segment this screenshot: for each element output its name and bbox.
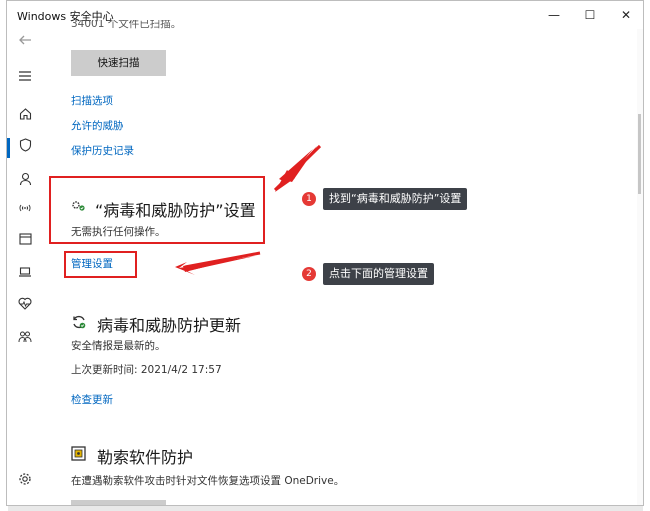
partial-scan-status: 34001 个文件已扫描。: [71, 20, 182, 30]
step-1-badge: 1: [302, 192, 316, 206]
device-security-icon[interactable]: [15, 265, 35, 285]
minimize-button[interactable]: —: [543, 5, 565, 25]
scrollbar-thumb[interactable]: [638, 114, 641, 194]
highlight-manage-settings: [64, 251, 137, 278]
last-update-time: 上次更新时间: 2021/4/2 17:57: [71, 364, 222, 376]
ransomware-manage-button[interactable]: [71, 500, 166, 505]
step-2-callout: 点击下面的管理设置: [323, 263, 434, 285]
close-button[interactable]: ✕: [615, 5, 637, 25]
protection-history-link[interactable]: 保护历史记录: [71, 143, 134, 158]
scrollbar[interactable]: [637, 29, 643, 505]
step-2-badge: 2: [302, 267, 316, 281]
quick-scan-button[interactable]: 快速扫描: [71, 50, 166, 76]
ransomware-icon: [71, 446, 87, 462]
menu-icon[interactable]: [15, 69, 35, 89]
ransomware-title: 勒索软件防护: [97, 448, 194, 467]
step-1-callout: 找到“病毒和威胁防护”设置: [323, 188, 468, 210]
home-icon[interactable]: [15, 107, 35, 127]
app-browser-icon[interactable]: [15, 232, 35, 252]
family-icon[interactable]: [15, 330, 35, 350]
maximize-button[interactable]: ☐: [579, 5, 601, 25]
scan-options-link[interactable]: 扫描选项: [71, 93, 113, 108]
ransomware-description: 在遭遇勒索软件攻击时针对文件恢复选项设置 OneDrive。: [71, 475, 345, 487]
shield-icon[interactable]: [15, 138, 35, 158]
sidebar: [7, 29, 43, 505]
allowed-threats-link[interactable]: 允许的威胁: [71, 118, 124, 133]
back-arrow-icon[interactable]: [15, 33, 35, 53]
active-nav-indicator: [7, 138, 10, 158]
updates-status: 安全情报是最新的。: [71, 340, 166, 352]
settings-gear-icon[interactable]: [15, 472, 35, 492]
check-updates-link[interactable]: 检查更新: [71, 392, 113, 407]
health-icon[interactable]: [15, 297, 35, 317]
wifi-icon[interactable]: [15, 201, 35, 221]
background-window-right: [643, 0, 650, 511]
updates-title: 病毒和威胁防护更新: [97, 316, 242, 335]
update-refresh-icon: [71, 314, 87, 330]
annotation-arrow-heads: [184, 144, 322, 269]
account-icon[interactable]: [15, 172, 35, 192]
